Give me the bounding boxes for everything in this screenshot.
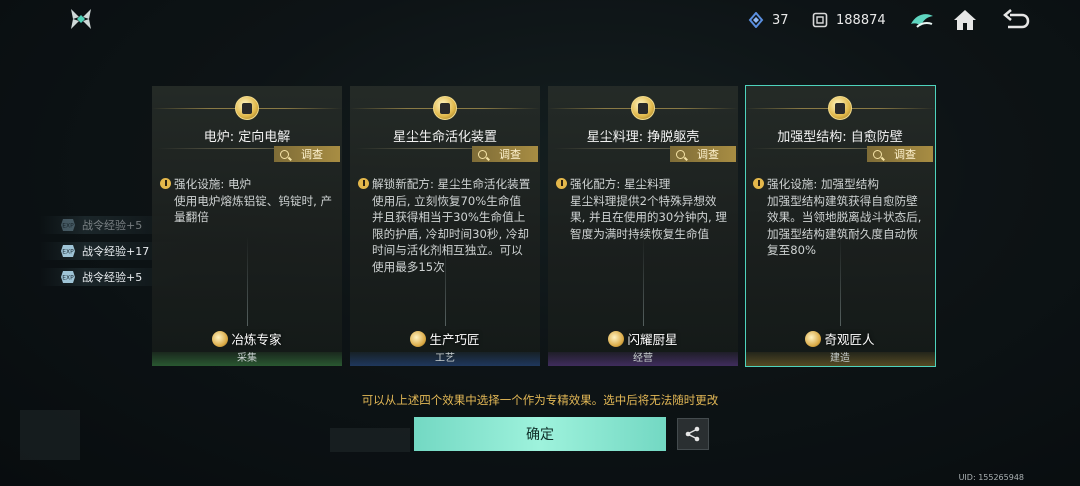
background-decor — [330, 428, 410, 452]
specialty-card-1[interactable]: 电炉: 定向电解 调查 强化设施: 电炉 使用电炉熔炼铝锭、钨锭时, 产量翻倍 … — [152, 86, 342, 366]
category-label: 建造 — [745, 352, 935, 366]
device-icon — [433, 96, 457, 120]
effect-head: 强化配方: 星尘料理 — [570, 177, 671, 191]
exp-label: 战令经验+17 — [82, 245, 150, 258]
logo-icon[interactable] — [68, 6, 94, 32]
coin-count: 188874 — [836, 12, 886, 28]
effect-desc: 星尘料理提供2个特殊异想效果, 并且在使用的30分钟内, 理智度为满时持续恢复生… — [570, 193, 728, 241]
battle-pass-exp-icon: EXP — [61, 219, 75, 231]
exp-label: 战令经验+5 — [82, 271, 143, 284]
light-beam — [643, 236, 644, 326]
light-beam — [445, 236, 446, 326]
card-role: 生产巧匠 — [350, 329, 540, 348]
electrolysis-icon — [235, 96, 259, 120]
effect-head: 强化设施: 电炉 — [174, 177, 252, 191]
crystal-count: 37 — [772, 12, 789, 28]
crystal-resource: 37 — [748, 10, 789, 30]
card-title: 加强型结构: 自愈防壁 — [777, 130, 903, 145]
effect-head: 强化设施: 加强型结构 — [767, 177, 879, 191]
magnifier-icon — [873, 149, 882, 159]
chef-icon — [608, 330, 625, 347]
coin-resource: 188874 — [812, 10, 886, 30]
card-title: 星尘生命活化装置 — [392, 130, 497, 145]
category-label: 采集 — [152, 352, 342, 366]
card-effect: 强化设施: 电炉 使用电炉熔炼铝锭、钨锭时, 产量翻倍 — [160, 176, 334, 226]
light-beam — [247, 236, 248, 326]
architect-icon — [805, 330, 822, 347]
magnifier-icon — [478, 149, 487, 159]
crystal-icon — [748, 12, 764, 28]
specialty-card-2[interactable]: 星尘生命活化装置 调查 解锁新配方: 星尘生命活化装置 使用后, 立刻恢复70%… — [350, 86, 540, 366]
share-button[interactable] — [677, 418, 709, 450]
svg-text:EXP: EXP — [62, 223, 74, 230]
confirm-button[interactable]: 确定 — [414, 417, 666, 451]
role-label: 生产巧匠 — [429, 332, 480, 347]
battle-pass-exp-icon: EXP — [61, 271, 75, 283]
exp-label: 战令经验+5 — [82, 219, 143, 232]
card-role: 闪耀厨星 — [548, 329, 738, 348]
effect-desc: 使用电炉熔炼铝锭、钨锭时, 产量翻倍 — [174, 193, 333, 225]
magnifier-icon — [280, 149, 289, 159]
category-label: 经营 — [548, 352, 738, 366]
card-role: 奇观匠人 — [745, 329, 935, 348]
role-label: 奇观匠人 — [824, 332, 875, 347]
top-bar: 37 188874 — [0, 0, 1080, 40]
home-icon[interactable] — [951, 6, 979, 34]
exp-item: EXP 战令经验+5 — [60, 268, 142, 286]
light-beam — [840, 236, 841, 326]
upgrade-icon — [160, 178, 171, 189]
card-title: 星尘料理: 挣脱躯壳 — [586, 130, 700, 145]
effect-head: 解锁新配方: 星尘生命活化装置 — [372, 177, 531, 191]
background-decor — [20, 410, 80, 460]
exp-item: EXP 战令经验+17 — [60, 242, 149, 260]
specialty-card-4[interactable]: 加强型结构: 自愈防壁 调查 强化设施: 加强型结构 加强型结构建筑获得自愈防壁… — [745, 86, 935, 366]
share-icon — [685, 426, 700, 442]
cooking-icon — [631, 96, 655, 120]
inspect-label: 调查 — [301, 148, 323, 161]
card-role: 冶炼专家 — [152, 329, 342, 348]
role-label: 闪耀厨星 — [627, 332, 678, 347]
upgrade-icon — [556, 178, 567, 189]
user-id: UID: 155265948 — [958, 473, 1024, 482]
inspect-button[interactable]: 调查 — [867, 146, 933, 162]
inspect-button[interactable]: 调查 — [472, 146, 538, 162]
upgrade-icon — [753, 178, 764, 189]
inspect-button[interactable]: 调查 — [274, 146, 340, 162]
inspect-label: 调查 — [894, 148, 916, 161]
svg-text:EXP: EXP — [62, 275, 74, 282]
card-title: 电炉: 定向电解 — [203, 130, 291, 145]
category-label: 工艺 — [350, 352, 540, 366]
inspect-label: 调查 — [499, 148, 521, 161]
craftsman-icon — [410, 330, 427, 347]
battle-pass-exp-icon: EXP — [61, 245, 75, 257]
card-effect: 强化配方: 星尘料理 星尘料理提供2个特殊异想效果, 并且在使用的30分钟内, … — [556, 176, 730, 242]
back-icon[interactable] — [1002, 6, 1030, 34]
exp-item: EXP 战令经验+5 — [60, 216, 142, 234]
coin-icon — [812, 12, 828, 28]
role-label: 冶炼专家 — [231, 332, 282, 347]
structure-icon — [828, 96, 852, 120]
smelter-icon — [212, 330, 229, 347]
inspect-button[interactable]: 调查 — [670, 146, 736, 162]
svg-text:EXP: EXP — [62, 249, 74, 256]
fleet-icon[interactable] — [908, 6, 936, 34]
magnifier-icon — [676, 149, 685, 159]
inspect-label: 调查 — [697, 148, 719, 161]
specialty-card-3[interactable]: 星尘料理: 挣脱躯壳 调查 强化配方: 星尘料理 星尘料理提供2个特殊异想效果,… — [548, 86, 738, 366]
selection-notice: 可以从上述四个效果中选择一个作为专精效果。选中后将无法随时更改 — [361, 393, 719, 407]
upgrade-icon — [358, 178, 369, 189]
